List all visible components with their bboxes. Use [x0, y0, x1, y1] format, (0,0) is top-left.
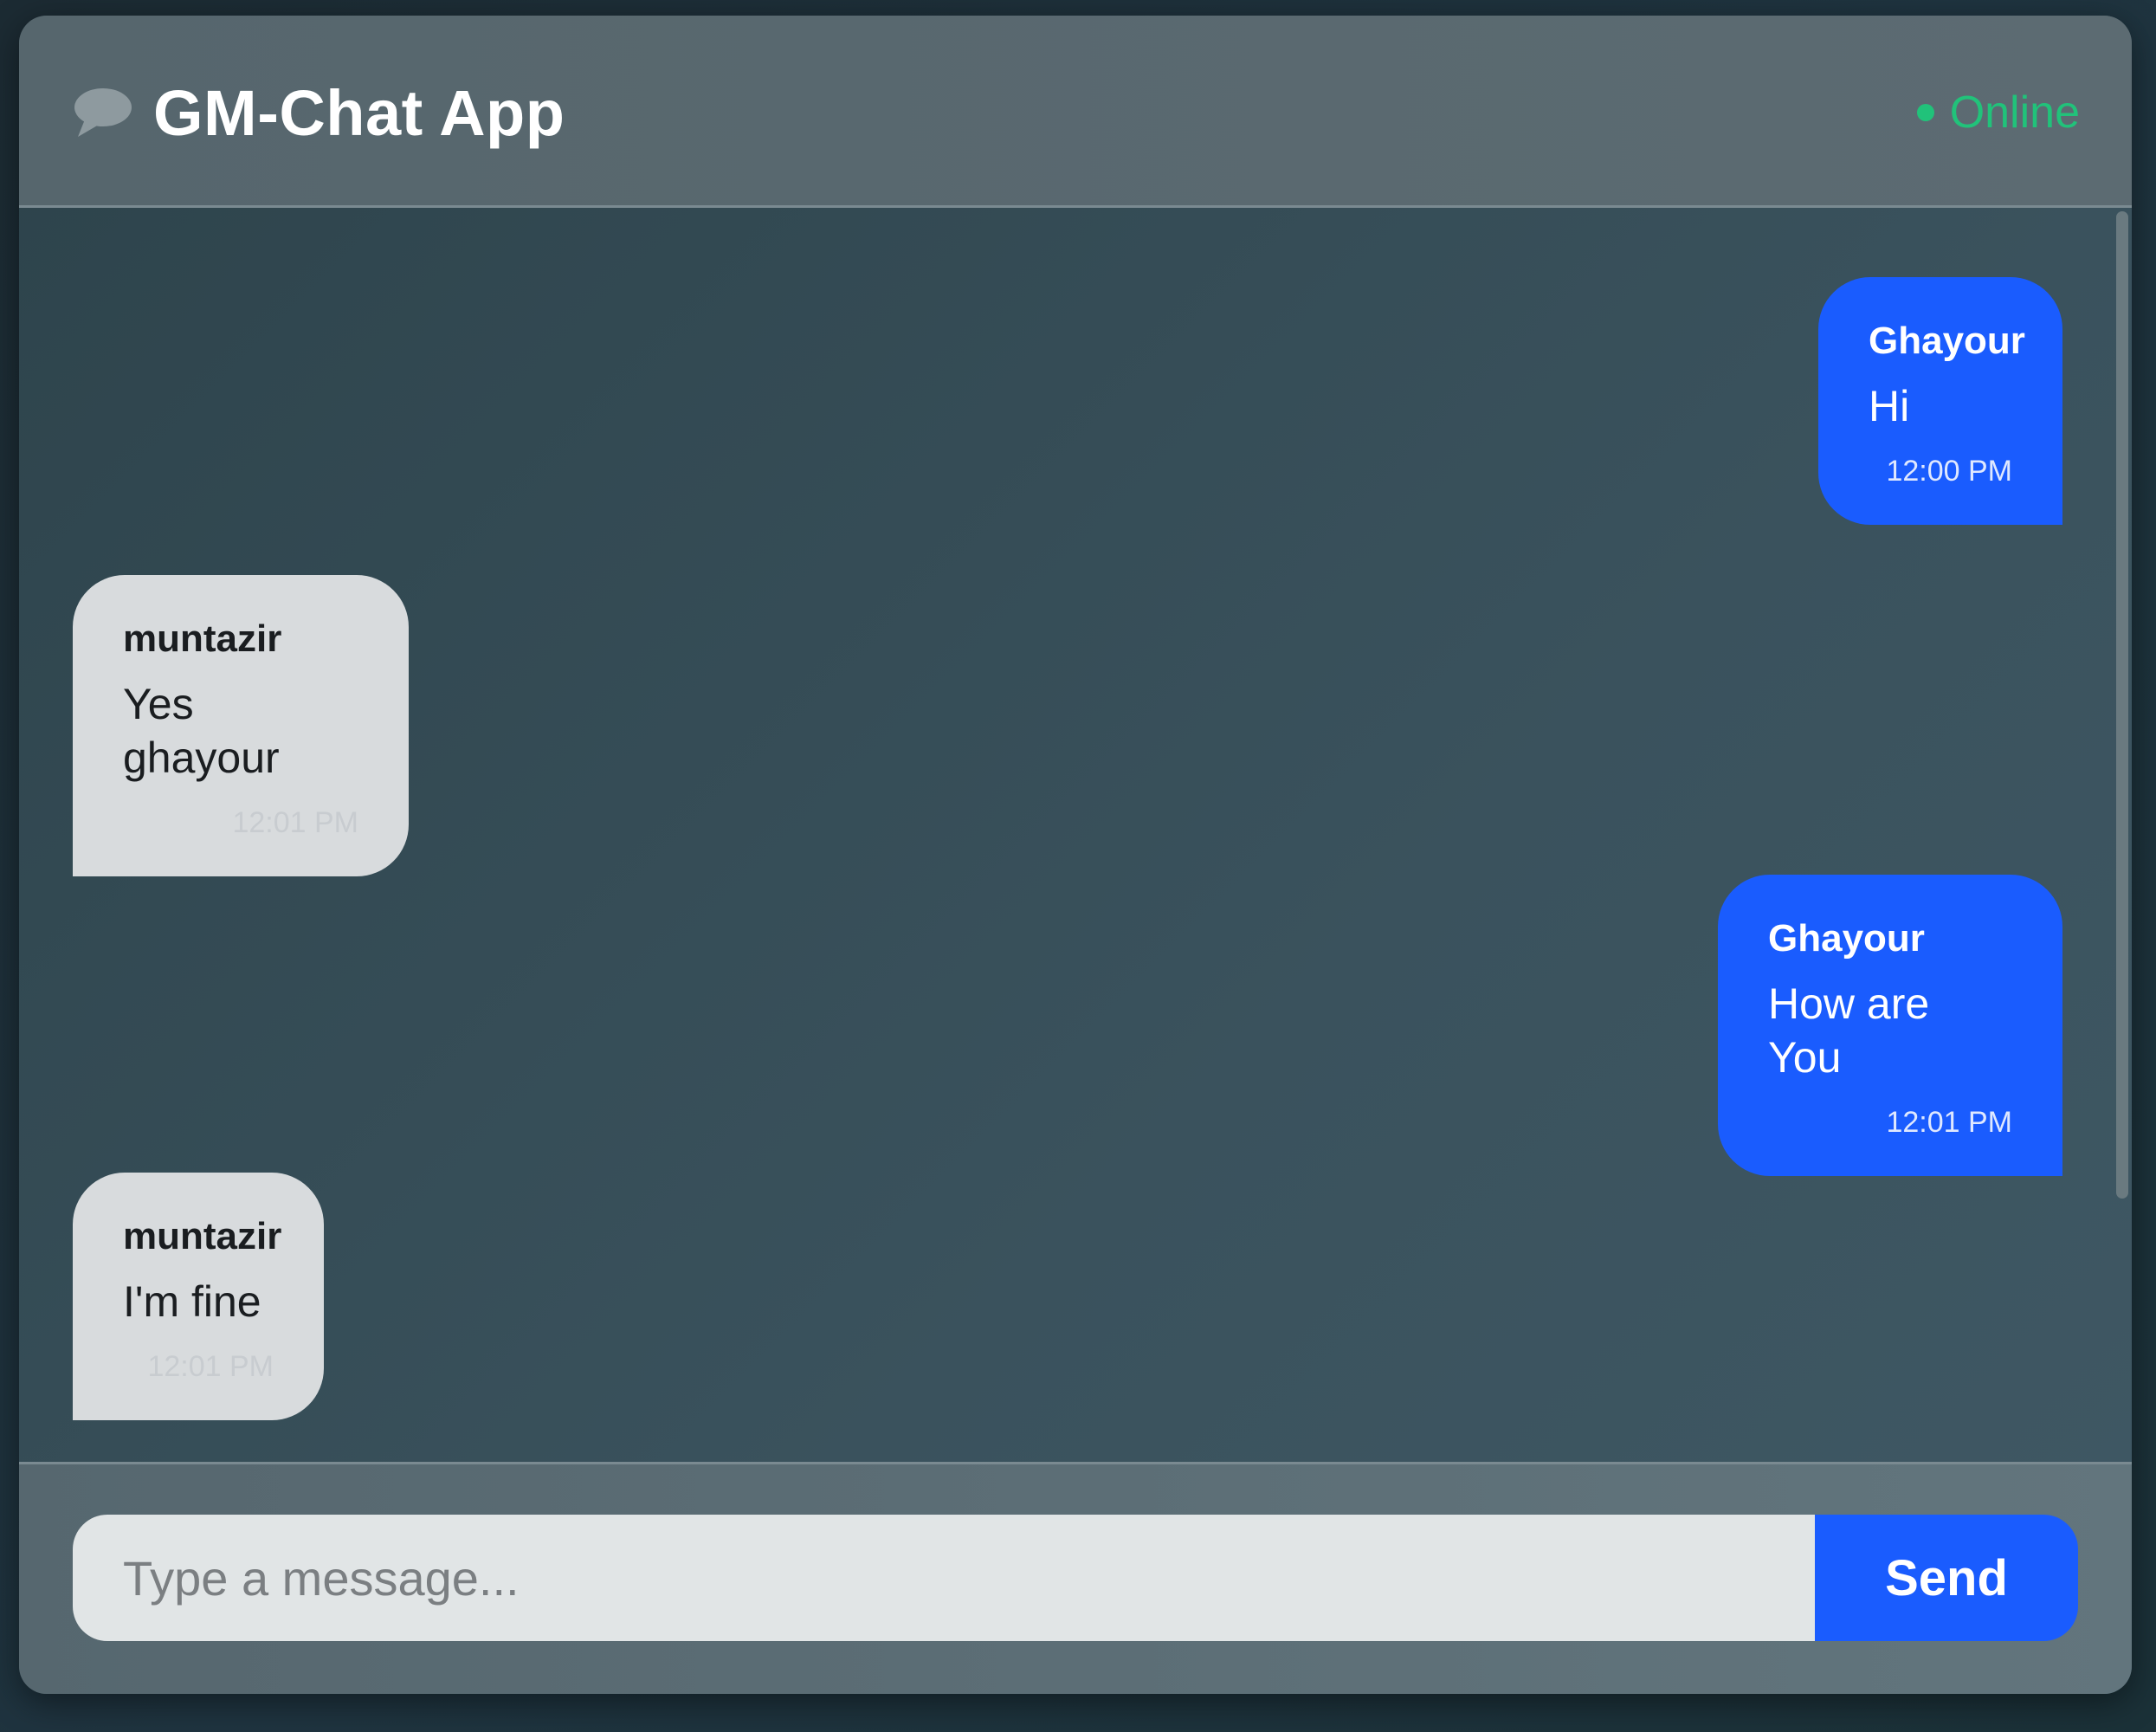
- message-composer: Send: [19, 1462, 2132, 1694]
- message-text: How are You: [1768, 979, 1930, 1082]
- chat-window: GM-Chat App Online Ghayour Hi 12:00 PM m…: [19, 16, 2132, 1694]
- message-bubble-received: muntazir Yes ghayour 12:01 PM: [73, 575, 409, 876]
- message-input[interactable]: [73, 1515, 1815, 1641]
- message-sender: muntazir: [123, 1215, 282, 1257]
- app-title: GM-Chat App: [153, 77, 565, 149]
- message-text: I'm fine: [123, 1277, 261, 1326]
- message-time: 12:01 PM: [232, 806, 358, 839]
- message-sender: muntazir: [123, 617, 282, 660]
- status-label: Online: [1949, 87, 2080, 138]
- chat-header: GM-Chat App Online: [19, 16, 2132, 208]
- online-status: Online: [1916, 87, 2080, 139]
- message-bubble-received: muntazir I'm fine 12:01 PM: [73, 1173, 324, 1420]
- chat-bubble-icon: [74, 88, 132, 137]
- message-time: 12:01 PM: [1886, 1106, 2012, 1139]
- message-text: Yes ghayour: [123, 680, 280, 782]
- message-time: 12:00 PM: [1886, 455, 2012, 488]
- message-time: 12:01 PM: [147, 1350, 274, 1383]
- message-bubble-sent: Ghayour How are You 12:01 PM: [1718, 875, 2062, 1176]
- message-sender: Ghayour: [1768, 917, 1925, 960]
- message-list[interactable]: Ghayour Hi 12:00 PM muntazir Yes ghayour…: [19, 208, 2132, 1462]
- message-text: Hi: [1869, 382, 1910, 430]
- send-button[interactable]: Send: [1815, 1515, 2078, 1641]
- status-dot-icon: [1916, 104, 1934, 121]
- message-list-scrollbar[interactable]: [2116, 211, 2128, 1199]
- message-bubble-sent: Ghayour Hi 12:00 PM: [1818, 277, 2062, 525]
- message-sender: Ghayour: [1869, 320, 2025, 362]
